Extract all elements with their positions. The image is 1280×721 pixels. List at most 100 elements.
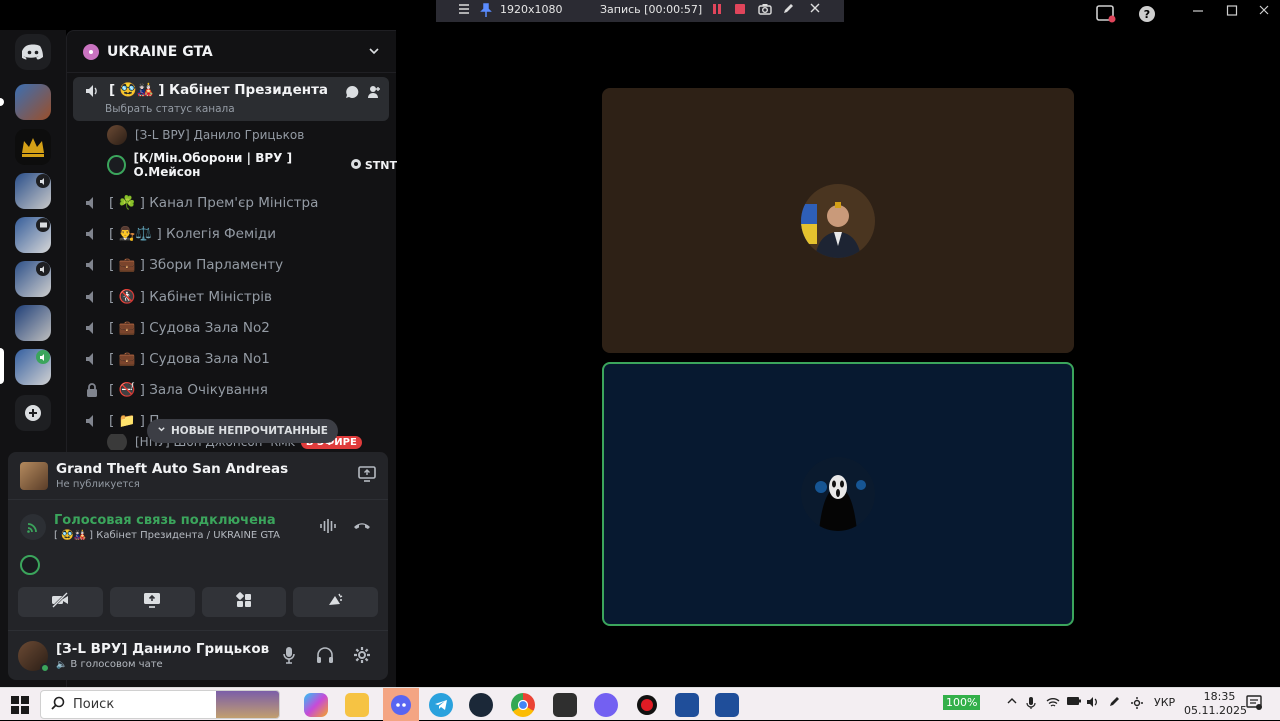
resolution-label: 1920x1080 <box>500 3 563 16</box>
pause-icon[interactable] <box>712 3 722 15</box>
server-header[interactable]: UKRAINE GTA <box>67 31 396 73</box>
speaker-icon <box>36 174 50 188</box>
notifications-icon[interactable] <box>1246 695 1262 714</box>
activities-button[interactable] <box>201 587 287 617</box>
camera-off-button[interactable] <box>18 587 103 617</box>
video-tile-1[interactable] <box>602 88 1074 353</box>
window-close-icon[interactable] <box>1258 4 1270 20</box>
share-screen-button[interactable] <box>109 587 195 617</box>
chrome-icon[interactable] <box>511 693 535 717</box>
pen-icon[interactable] <box>1108 696 1120 711</box>
noise-suppression-icon[interactable] <box>318 516 338 536</box>
discord-home-icon[interactable] <box>15 34 51 70</box>
voice-member[interactable]: [З-L ВРУ] Данило Грицьков <box>107 123 304 147</box>
copilot-icon[interactable] <box>304 693 328 717</box>
soundboard-button[interactable] <box>293 587 378 617</box>
channel-item[interactable]: [ 💼 ] Судова Зала No2 <box>73 312 389 344</box>
game-launcher-icon-1[interactable] <box>675 693 699 717</box>
channel-item[interactable]: [ 👨‍⚖️⚖️ ] Колегія Феміди <box>73 218 389 250</box>
add-member-icon[interactable] <box>367 85 381 103</box>
recorder-icon[interactable] <box>635 693 659 717</box>
participant-avatar-large <box>801 183 875 258</box>
close-icon[interactable] <box>810 3 820 13</box>
menu-icon[interactable] <box>458 3 470 15</box>
discord-app: 1920x1080 Запись [00:00:57] ? UKRAINE GT… <box>0 0 1280 687</box>
epic-games-icon[interactable] <box>553 693 577 717</box>
channel-list: [ 🥸🎎 ] Кабінет Президента Выбрать статус… <box>67 75 397 450</box>
file-explorer-icon[interactable] <box>345 693 369 717</box>
pin-icon[interactable] <box>480 3 492 17</box>
stop-icon[interactable] <box>734 3 746 15</box>
discord-taskbar-icon[interactable] <box>383 688 419 721</box>
search-placeholder: Поиск <box>73 697 115 712</box>
signal-icon[interactable] <box>20 514 46 540</box>
server-icon-1[interactable] <box>15 84 51 120</box>
video-tile-2-speaking[interactable] <box>602 362 1074 626</box>
server-icon-kings[interactable] <box>15 129 51 165</box>
stream-game-icon[interactable] <box>358 465 376 486</box>
channel-item[interactable]: [ 🚷 ] Кабінет Міністрів <box>73 281 389 313</box>
battery-icon[interactable] <box>1066 696 1082 709</box>
channel-label: [ 💼 ] Збори Парламенту <box>109 257 284 273</box>
voice-channel-icon <box>83 412 101 430</box>
channel-label: [ 🚭 ] Зала Очікування <box>109 382 268 398</box>
chat-icon[interactable] <box>345 85 359 103</box>
camera-icon[interactable] <box>758 3 772 15</box>
channel-item[interactable]: [ ☘️ ] Канал Прем'єр Міністра <box>73 187 389 219</box>
minimize-icon[interactable] <box>1192 4 1204 20</box>
microphone-icon[interactable] <box>278 644 300 666</box>
participant-avatar[interactable] <box>20 555 40 575</box>
channel-label: [ 🥸🎎 ] Кабінет Президента <box>109 82 329 98</box>
game-name: Grand Theft Auto San Andreas <box>56 461 289 477</box>
channel-kabinet-prezydenta[interactable]: [ 🥸🎎 ] Кабінет Президента Выбрать статус… <box>73 77 389 121</box>
channel-item[interactable]: [ 💼 ] Судова Зала No1 <box>73 343 389 375</box>
chevron-up-icon[interactable] <box>1006 696 1018 709</box>
channel-item[interactable]: [ 💼 ] Збори Парламенту <box>73 249 389 281</box>
voice-channel-icon <box>83 225 101 243</box>
pencil-icon[interactable] <box>782 3 794 15</box>
search-highlight-image <box>216 691 279 718</box>
voice-channel-icon <box>83 82 101 100</box>
telegram-icon[interactable] <box>429 693 453 717</box>
channel-label: [ ☘️ ] Канал Прем'єр Міністра <box>109 195 319 211</box>
disconnect-icon[interactable] <box>352 516 372 536</box>
publish-status: Не публикуется <box>56 479 140 490</box>
server-name: UKRAINE GTA <box>107 43 213 60</box>
clock-date: 05.11.2025 <box>1184 704 1247 717</box>
clan-badge-icon <box>350 158 362 173</box>
search-icon <box>51 696 65 714</box>
headphones-icon[interactable] <box>314 644 336 666</box>
chevron-down-icon[interactable] <box>368 42 380 61</box>
battery-percentage[interactable]: 100% <box>943 695 981 710</box>
channel-status-hint[interactable]: Выбрать статус канала <box>105 103 235 115</box>
wifi-icon[interactable] <box>1046 696 1060 711</box>
user-avatar[interactable] <box>18 640 50 673</box>
share-screen-icon <box>143 592 161 612</box>
activities-icon <box>235 592 253 612</box>
voice-channel-icon <box>83 288 101 306</box>
game-launcher-icon-2[interactable] <box>715 693 739 717</box>
avatar <box>107 434 127 450</box>
member-name: [К/Мін.Оборони | ВРУ ] О.Мейсон <box>133 151 293 179</box>
volume-icon[interactable] <box>1086 696 1100 711</box>
clock[interactable]: 18:35 05.11.2025 <box>1184 690 1247 718</box>
server-icon-ua4[interactable] <box>15 305 51 341</box>
help-icon[interactable]: ? <box>1138 5 1156 27</box>
channel-item-locked[interactable]: [ 🚭 ] Зала Очікування <box>73 374 389 406</box>
microphone-icon[interactable] <box>1026 696 1036 713</box>
add-server-icon[interactable] <box>15 395 51 431</box>
svg-text:?: ? <box>1144 8 1150 21</box>
viber-icon[interactable] <box>594 693 618 717</box>
settings-gear-icon[interactable] <box>351 644 373 666</box>
inbox-icon[interactable] <box>1096 5 1116 27</box>
speaker-icon: 🔈 <box>56 660 68 670</box>
voice-member[interactable]: [К/Мін.Оборони | ВРУ ] О.Мейсон STNT <box>107 151 397 179</box>
taskbar-search[interactable]: Поиск <box>40 690 280 719</box>
activity-row[interactable]: Grand Theft Auto San Andreas Не публикуе… <box>8 452 388 500</box>
settings-tray-icon[interactable] <box>1130 696 1144 713</box>
windows-start-icon[interactable] <box>8 693 32 717</box>
steam-icon[interactable] <box>469 693 493 717</box>
keyboard-language[interactable]: УКР <box>1154 696 1175 709</box>
maximize-icon[interactable] <box>1226 4 1238 20</box>
new-unread-button[interactable]: НОВЫЕ НЕПРОЧИТАННЫЕ <box>147 419 338 443</box>
